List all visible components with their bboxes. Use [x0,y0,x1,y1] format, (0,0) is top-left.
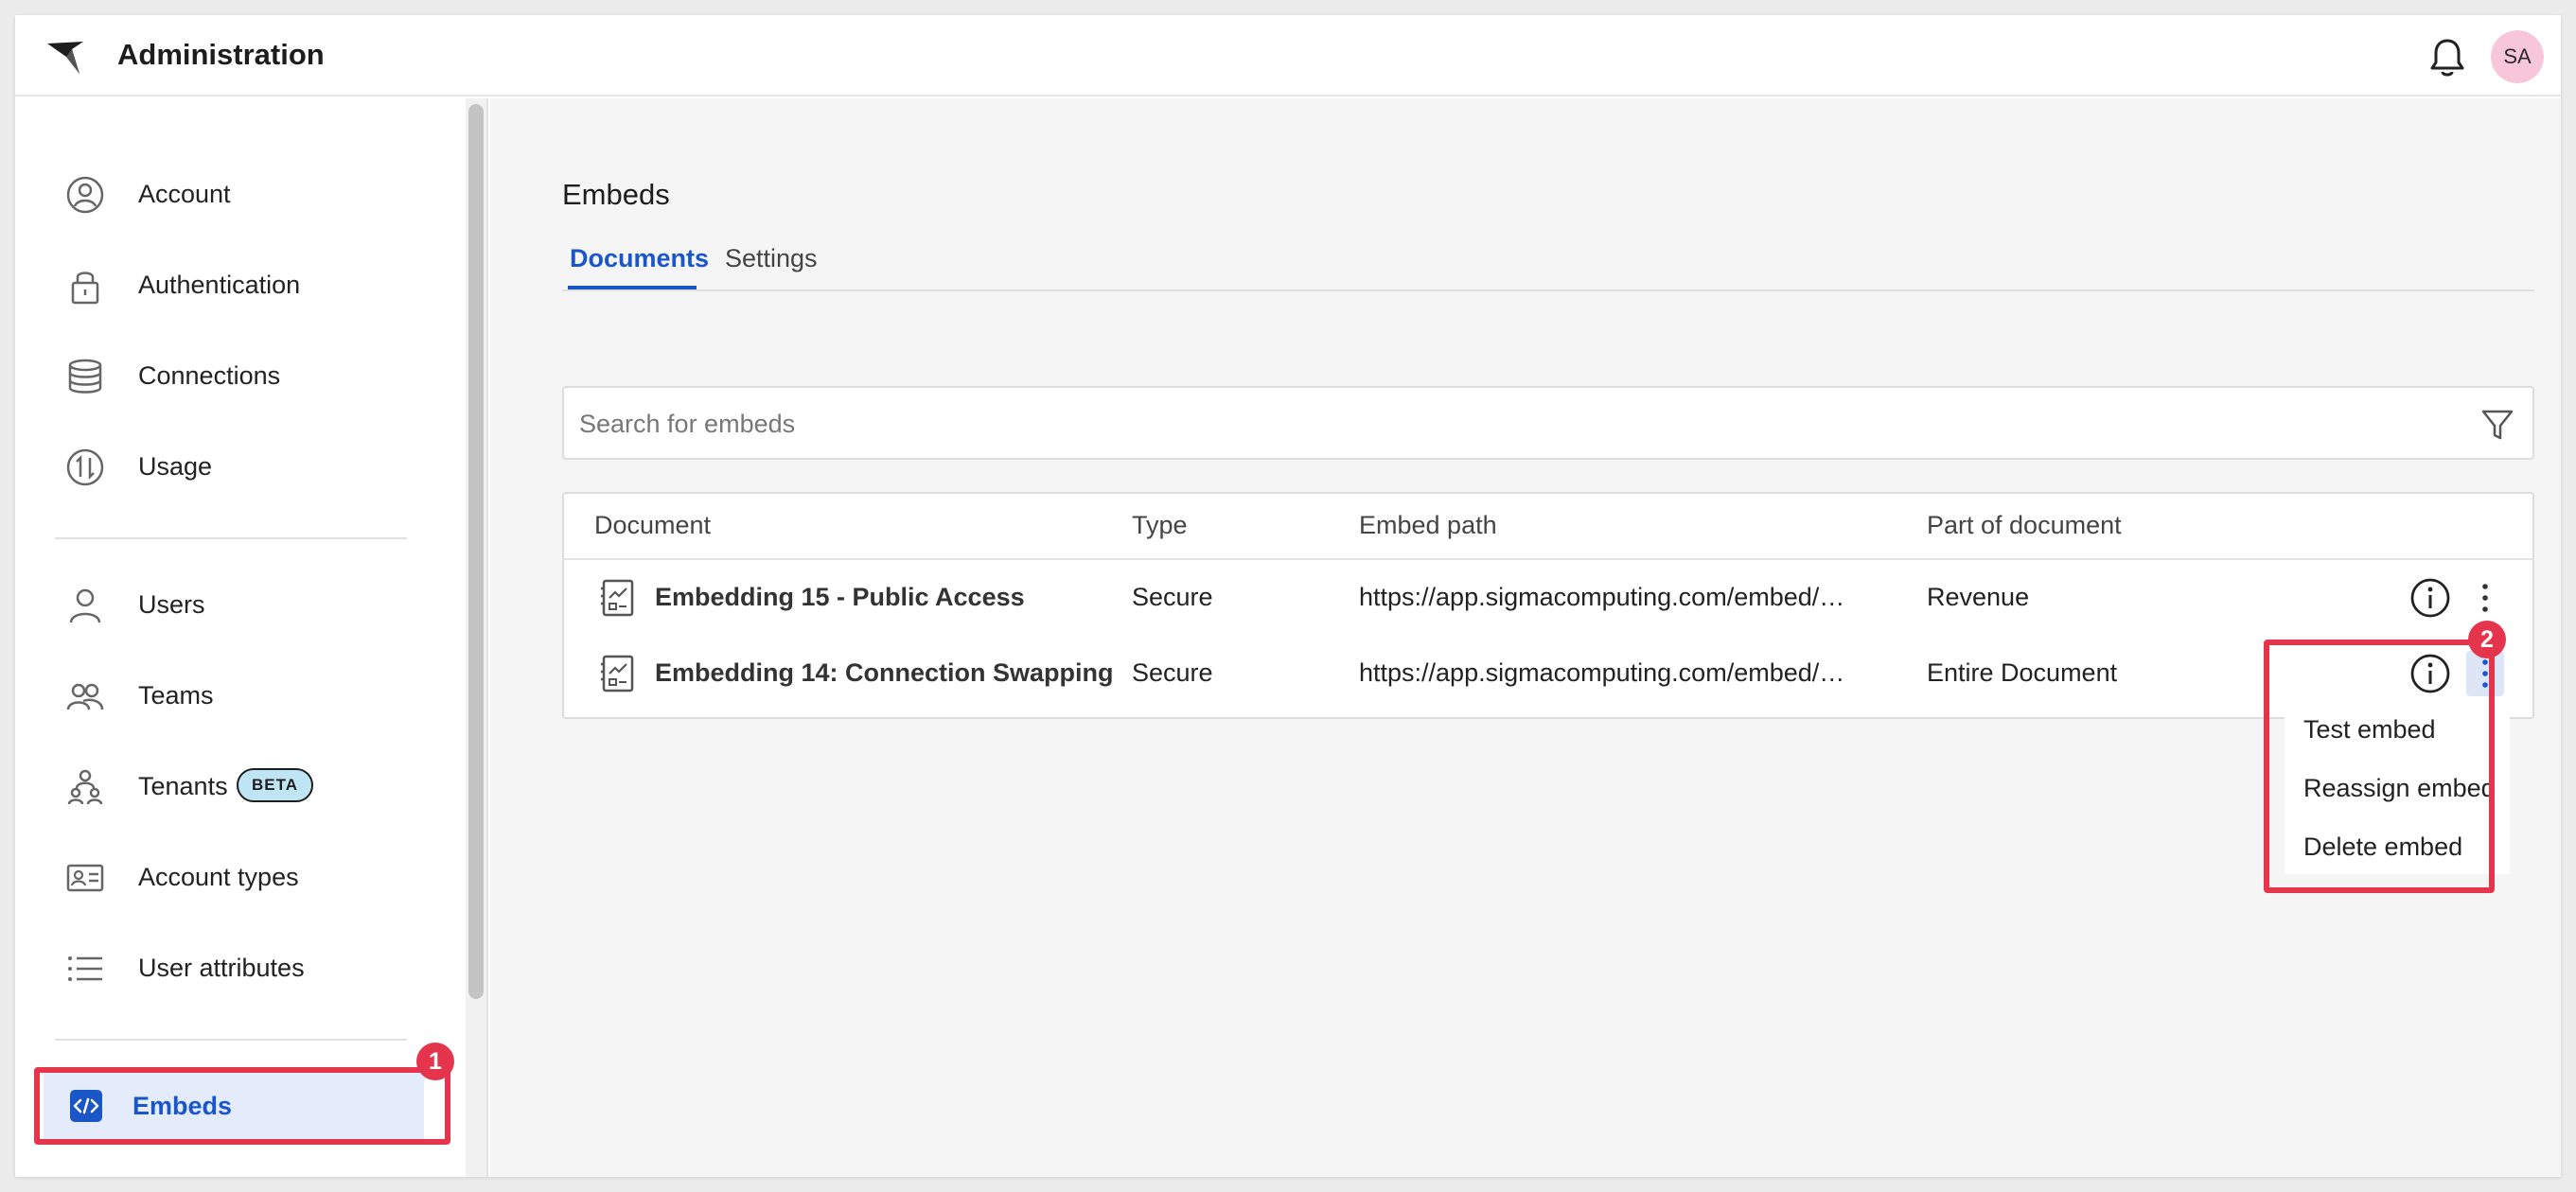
embed-path: https://app.sigmacomputing.com/embed/… [1359,583,1845,611]
usage-icon [66,448,104,486]
sidebar-divider [55,537,407,539]
sidebar-scrollbar-thumb[interactable] [468,104,484,999]
column-header-embed-path[interactable]: Embed path [1359,511,1497,540]
sidebar-item-label: Account types [138,863,299,891]
tab-bar: Documents Settings [562,231,2534,291]
sidebar-item-label: Account [138,180,231,208]
database-icon [68,359,102,394]
sidebar-item-account[interactable]: Account [36,157,433,231]
page-title: Embeds [562,178,670,211]
table-row[interactable]: Embedding 15 - Public Access Secure http… [564,560,2532,636]
sidebar-item-account-types[interactable]: Account types [36,840,433,914]
filter-icon[interactable] [2479,407,2515,443]
embed-type: Secure [1132,658,1213,687]
user-circle-icon [66,176,104,214]
workbook-icon [601,579,634,617]
sidebar-item-user-attributes[interactable]: User attributes [36,931,433,1005]
embed-type: Secure [1132,583,1213,611]
avatar[interactable]: SA [2491,30,2544,83]
list-icon [68,956,102,981]
sidebar-item-connections[interactable]: Connections [36,339,433,412]
table-row[interactable]: Embedding 14: Connection Swapping Secure… [564,636,2532,711]
highlight-box-row-menu [2264,640,2495,893]
search-bar [562,386,2534,460]
active-tab-indicator [568,286,697,289]
part-of-document: Revenue [1927,583,2030,611]
column-header-document[interactable]: Document [594,511,711,540]
sidebar-item-users[interactable]: Users [36,568,433,641]
id-card-icon [66,864,104,892]
sidebar-item-label: Users [138,590,205,619]
highlight-box-embeds [34,1067,450,1145]
workbook-icon [601,655,634,692]
tenants-icon [67,769,103,805]
beta-badge: BETA [237,768,314,802]
sidebar-item-label: User attributes [138,954,305,982]
user-icon [69,588,101,623]
sidebar-item-label: Teams [138,681,214,710]
step-badge-2: 2 [2468,621,2506,658]
app-window: Administration SA Account Authentication [15,15,2561,1177]
embed-path: https://app.sigmacomputing.com/embed/… [1359,658,1845,687]
search-input[interactable] [579,405,2377,443]
sidebar-item-teams[interactable]: Teams [36,658,433,732]
lock-icon [71,272,99,305]
sidebar-item-label: Authentication [138,271,301,299]
sidebar-item-usage[interactable]: Usage [36,429,433,503]
sidebar: Account Authentication Connections Usage… [15,98,488,1177]
document-name[interactable]: Embedding 14: Connection Swapping [655,658,1114,688]
tab-settings[interactable]: Settings [725,244,818,273]
part-of-document: Entire Document [1927,658,2118,687]
more-options-icon[interactable] [2466,575,2504,621]
table-header: Document Type Embed path Part of documen… [564,494,2532,560]
step-badge-1: 1 [416,1043,454,1080]
tab-documents[interactable]: Documents [570,244,709,273]
sigma-logo-icon[interactable] [44,36,87,79]
sidebar-item-label: Usage [138,452,213,481]
app-title: Administration [117,38,325,71]
sidebar-item-label: Connections [138,361,281,390]
sidebar-item-label: Tenants [138,772,228,800]
document-name[interactable]: Embedding 15 - Public Access [655,583,1025,612]
top-bar: Administration SA [15,15,2561,96]
info-icon[interactable] [2409,577,2451,619]
column-header-type[interactable]: Type [1132,511,1188,540]
team-icon [66,683,104,710]
sidebar-item-tenants[interactable]: Tenants BETA [36,749,433,823]
column-header-part-of-document[interactable]: Part of document [1927,511,2122,540]
sidebar-item-authentication[interactable]: Authentication [36,248,433,322]
embeds-table: Document Type Embed path Part of documen… [562,492,2534,719]
bell-icon[interactable] [2426,36,2468,79]
main-content: Embeds Documents Settings Document Type … [490,98,2561,1177]
sidebar-divider [55,1039,407,1041]
